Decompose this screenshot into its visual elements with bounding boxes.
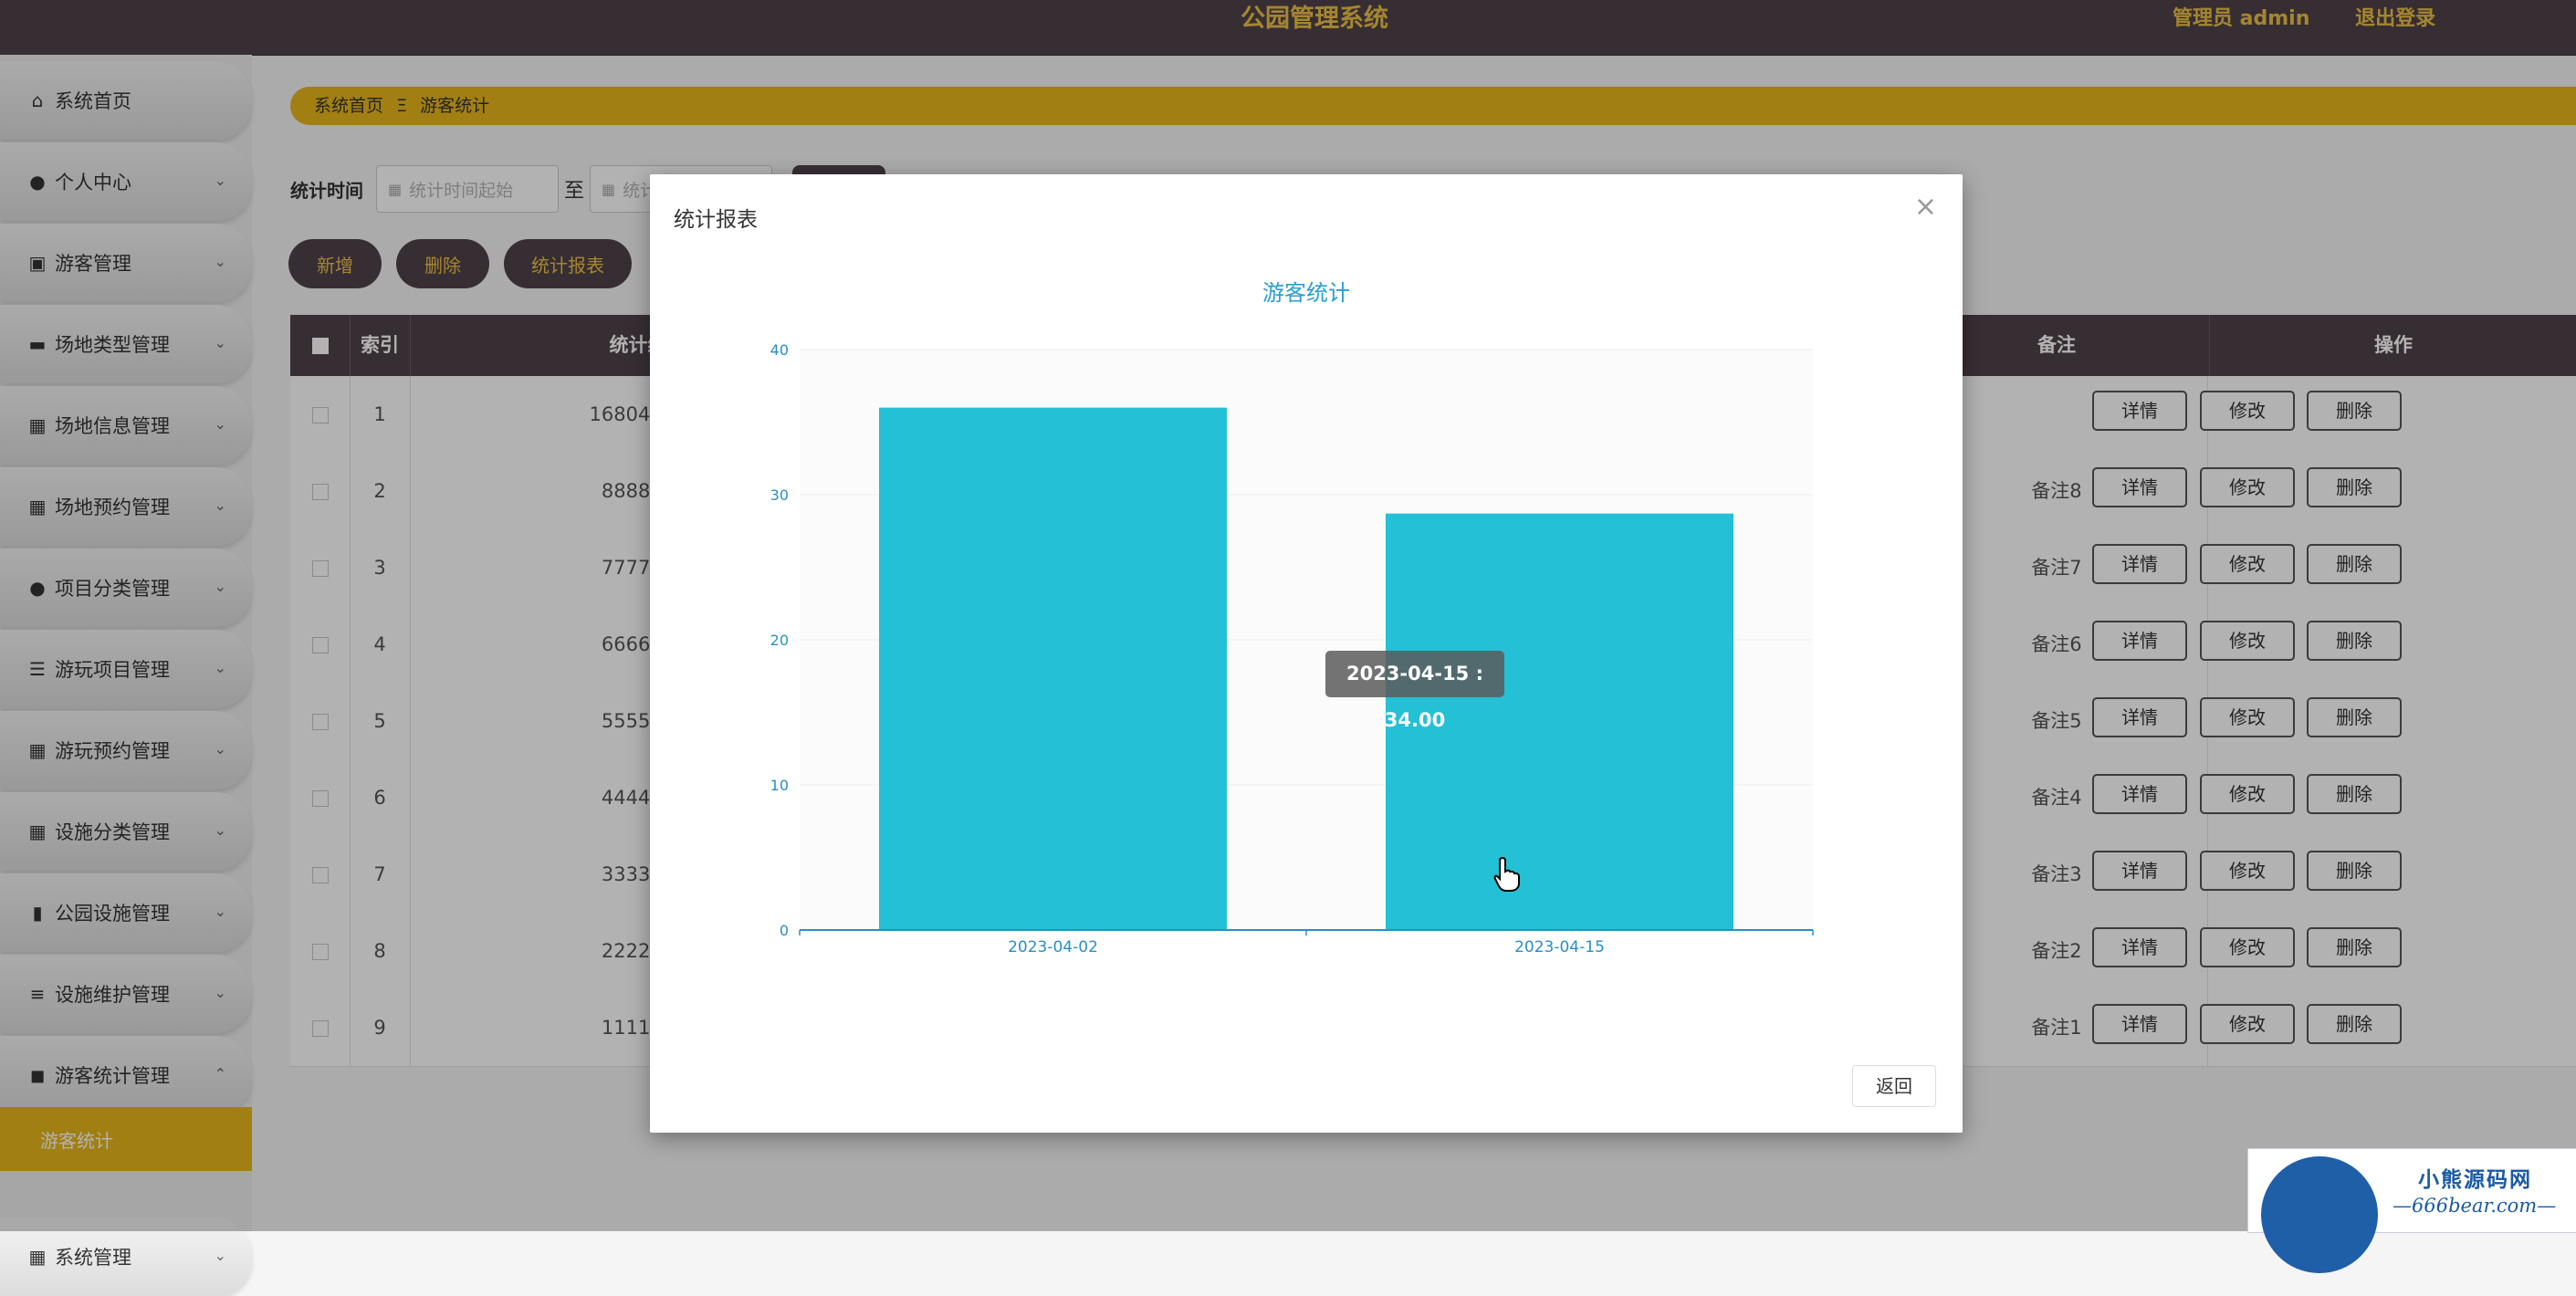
- watermark-logo: 小熊源码网 —666bear.com—: [2247, 1148, 2576, 1273]
- return-button[interactable]: 返回: [1852, 1065, 1936, 1107]
- chart-tooltip: 2023-04-15 : 34.00: [1325, 651, 1504, 731]
- report-modal: 统计报表 × 0 10 20 30 40 2023-04-02 2023-04-15 游客统计…: [650, 174, 1963, 1133]
- chart-title: 游客统计: [1262, 280, 1350, 306]
- watermark-title: 小熊源码网: [2418, 1168, 2532, 1192]
- bear-logo-icon: [2261, 1156, 2378, 1273]
- y-tick-label: 10: [770, 777, 789, 794]
- chevron-down-icon: ⌄: [214, 1247, 226, 1264]
- watermark-url: —666bear.com—: [2393, 1195, 2557, 1217]
- grid-icon: ▦: [28, 1246, 47, 1268]
- x-tick-label: 2023-04-15: [1514, 938, 1605, 956]
- bar-0: [879, 407, 1227, 931]
- y-tick-label: 0: [780, 922, 789, 939]
- x-tick-label: 2023-04-02: [1008, 938, 1098, 956]
- y-tick-label: 40: [770, 341, 789, 359]
- bar-chart: 0 10 20 30 40 2023-04-02 2023-04-15 游客统计: [770, 280, 1814, 956]
- sidebar-item-label: 系统管理: [55, 1247, 131, 1269]
- hand-cursor-icon: [1493, 856, 1520, 892]
- y-tick-label: 20: [770, 632, 789, 649]
- y-tick-label: 30: [770, 486, 789, 504]
